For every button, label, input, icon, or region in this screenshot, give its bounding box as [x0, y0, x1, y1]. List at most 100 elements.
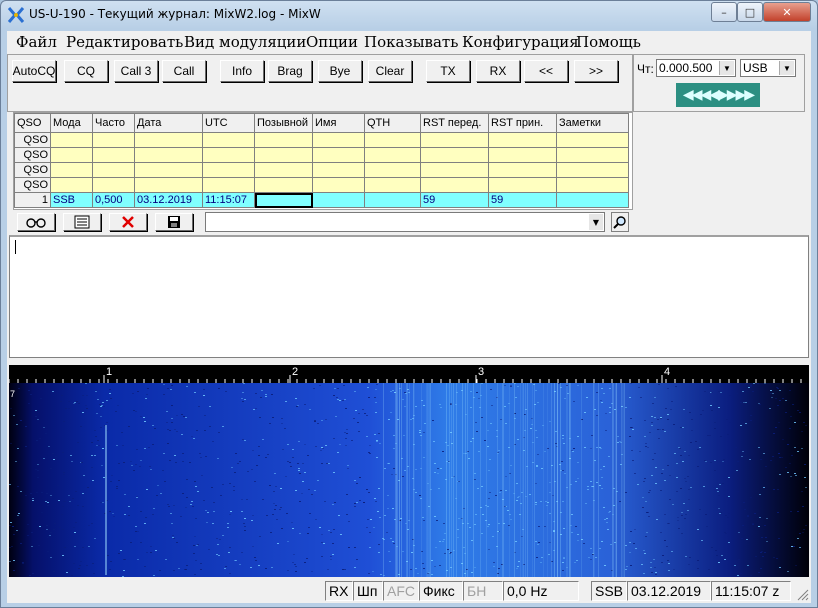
- qso-notes-cell[interactable]: [556, 192, 629, 208]
- qso-utc-cell[interactable]: 11:15:07: [202, 192, 255, 208]
- sideband-select[interactable]: USB ▼: [740, 59, 796, 77]
- chevron-down-icon[interactable]: ▼: [719, 61, 734, 75]
- qso-rst-rcvd-cell[interactable]: 59: [488, 192, 557, 208]
- table-header-row: QSO Мода Часто Дата UTC Позывной Имя QTH…: [14, 113, 629, 133]
- brag-button[interactable]: Brag: [268, 60, 312, 82]
- pane-splitter[interactable]: [7, 358, 811, 364]
- qso-table: QSO Мода Часто Дата UTC Позывной Имя QTH…: [14, 113, 629, 208]
- search-button[interactable]: [611, 212, 629, 232]
- clear-button[interactable]: Clear: [368, 60, 412, 82]
- menu-mode[interactable]: Вид модуляции: [184, 33, 306, 51]
- menu-edit[interactable]: Редактировать: [66, 33, 183, 51]
- cq-button[interactable]: CQ: [64, 60, 108, 82]
- tune-arrows-control[interactable]: ◀◀◀◀▶▶▶▶: [676, 83, 760, 107]
- waterfall-canvas: 1 2 3 4 7: [9, 365, 809, 577]
- menu-file[interactable]: Файл: [16, 33, 57, 51]
- menu-bar: Файл Редактировать Вид модуляции Опции П…: [7, 31, 811, 53]
- text-caret: [15, 240, 16, 254]
- sideband-value: USB: [743, 61, 768, 75]
- column-header[interactable]: QTH: [364, 113, 421, 133]
- receive-text-area[interactable]: [9, 235, 809, 358]
- maximize-button[interactable]: □: [737, 2, 763, 22]
- scale-label: 2: [292, 366, 298, 378]
- menu-config[interactable]: Конфигурация: [462, 33, 579, 51]
- table-row[interactable]: QSO: [14, 177, 629, 193]
- card-icon: [74, 215, 90, 229]
- scale-label: 4: [664, 366, 670, 378]
- frequency-value: 0.000.500: [659, 61, 713, 75]
- status-rx[interactable]: RX: [325, 581, 353, 601]
- title-bar[interactable]: US-U-190 - Текущий журнал: MixW2.log - M…: [1, 1, 817, 29]
- callsign-combo[interactable]: ▼: [205, 212, 605, 232]
- frequency-input[interactable]: 0.000.500 ▼: [656, 59, 736, 77]
- frequency-panel: Чт: 0.000.500 ▼ USB ▼ ◀◀◀◀▶▶▶▶: [633, 54, 805, 112]
- card-button[interactable]: [63, 213, 101, 231]
- waterfall-display[interactable]: 1 2 3 4 7: [9, 365, 809, 577]
- chevron-down-icon[interactable]: ▼: [779, 61, 794, 75]
- mixw-logo-icon: [7, 7, 25, 23]
- column-header[interactable]: Мода: [50, 113, 93, 133]
- chevron-down-icon[interactable]: ▼: [589, 214, 603, 230]
- scale-label: 3: [478, 366, 484, 378]
- row-label: QSO: [14, 147, 51, 163]
- qso-mode-cell[interactable]: SSB: [50, 192, 93, 208]
- column-header[interactable]: Позывной: [254, 113, 313, 133]
- qso-name-cell[interactable]: [312, 192, 365, 208]
- column-header[interactable]: Имя: [312, 113, 365, 133]
- qso-date-cell[interactable]: 03.12.2019: [134, 192, 203, 208]
- column-header[interactable]: RST прин.: [488, 113, 557, 133]
- magnifier-icon: [613, 216, 626, 229]
- binoculars-icon: [26, 218, 46, 228]
- info-button[interactable]: Info: [220, 60, 264, 82]
- close-icon: ✕: [782, 5, 792, 19]
- tune-arrows-icon: ◀◀◀◀▶▶▶▶: [682, 87, 755, 103]
- waterfall-marker: 7: [10, 389, 15, 399]
- row-label: QSO: [14, 132, 51, 148]
- status-mode[interactable]: SSB: [591, 581, 627, 601]
- qso-freq-cell[interactable]: 0,500: [92, 192, 135, 208]
- column-header[interactable]: Заметки: [556, 113, 629, 133]
- resize-grip-icon[interactable]: [795, 587, 809, 601]
- table-row[interactable]: QSO: [14, 147, 629, 163]
- current-qso-row[interactable]: 1 SSB 0,500 03.12.2019 11:15:07 59 59: [14, 192, 629, 208]
- qso-callsign-cell[interactable]: [254, 192, 313, 208]
- menu-view[interactable]: Показывать: [364, 33, 458, 51]
- status-bar: RX Шп AFC Фикс БН 0,0 Hz SSB 03.12.2019 …: [7, 579, 811, 603]
- status-bn[interactable]: БН: [463, 581, 503, 601]
- autocq-button[interactable]: AutoCQ: [12, 60, 56, 82]
- status-shp[interactable]: Шп: [353, 581, 383, 601]
- call-button[interactable]: Call: [162, 60, 206, 82]
- save-button[interactable]: [155, 213, 193, 231]
- table-row[interactable]: QSO: [14, 162, 629, 178]
- status-afc[interactable]: AFC: [383, 581, 419, 601]
- delete-icon: [122, 216, 134, 228]
- next-button[interactable]: >>: [574, 60, 618, 82]
- right-blank-area: [633, 112, 805, 234]
- prev-button[interactable]: <<: [524, 60, 568, 82]
- status-offset-hz: 0,0 Hz: [503, 581, 579, 601]
- lookup-button[interactable]: [17, 213, 55, 231]
- minimize-button[interactable]: –: [711, 2, 737, 22]
- save-icon: [168, 216, 180, 228]
- call3-button[interactable]: Call 3: [114, 60, 158, 82]
- column-header[interactable]: UTC: [202, 113, 255, 133]
- column-header[interactable]: QSO: [14, 113, 51, 133]
- column-header[interactable]: RST перед.: [420, 113, 489, 133]
- table-row[interactable]: QSO: [14, 132, 629, 148]
- close-button[interactable]: ✕: [763, 2, 811, 22]
- menu-help[interactable]: Помощь: [576, 33, 641, 51]
- menu-options[interactable]: Опции: [306, 33, 358, 51]
- column-header[interactable]: Дата: [134, 113, 203, 133]
- delete-button[interactable]: [109, 213, 147, 231]
- tx-button[interactable]: TX: [426, 60, 470, 82]
- scale-label: 1: [106, 366, 112, 378]
- qso-rst-sent-cell[interactable]: 59: [420, 192, 489, 208]
- rx-button[interactable]: RX: [476, 60, 520, 82]
- qso-qth-cell[interactable]: [364, 192, 421, 208]
- row-index: 1: [14, 192, 51, 208]
- status-fix[interactable]: Фикс: [419, 581, 463, 601]
- qso-log-grid[interactable]: QSO Мода Часто Дата UTC Позывной Имя QTH…: [13, 112, 633, 210]
- bye-button[interactable]: Bye: [318, 60, 362, 82]
- column-header[interactable]: Часто: [92, 113, 135, 133]
- status-date: 03.12.2019: [627, 581, 711, 601]
